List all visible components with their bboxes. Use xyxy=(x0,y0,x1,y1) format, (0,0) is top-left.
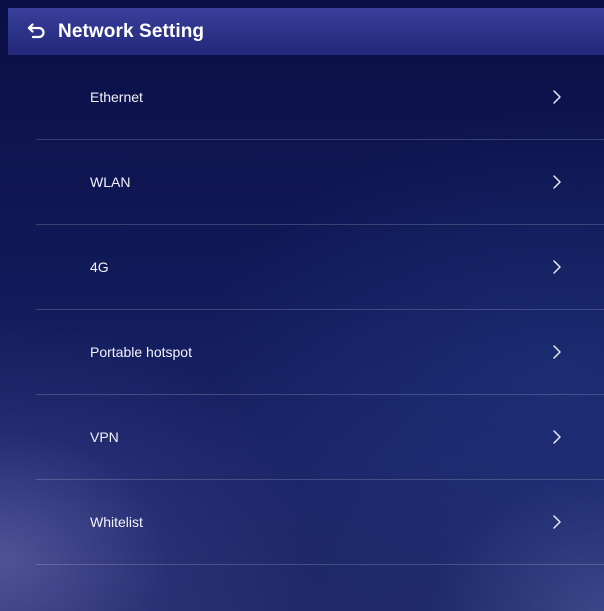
menu-item-portable-hotspot[interactable]: Portable hotspot xyxy=(36,310,604,395)
menu-item-label: Portable hotspot xyxy=(90,344,192,360)
menu-item-label: Whitelist xyxy=(90,514,143,530)
menu-item-label: VPN xyxy=(90,429,119,445)
menu-item-label: Ethernet xyxy=(90,89,143,105)
chevron-right-icon xyxy=(550,89,564,105)
network-menu-list: Ethernet WLAN 4G Portable hotspot VPN Wh… xyxy=(36,55,604,565)
menu-item-label: 4G xyxy=(90,259,109,275)
chevron-right-icon xyxy=(550,514,564,530)
chevron-right-icon xyxy=(550,429,564,445)
page-title: Network Setting xyxy=(58,20,205,42)
menu-item-label: WLAN xyxy=(90,174,131,190)
chevron-right-icon xyxy=(550,259,564,275)
menu-item-ethernet[interactable]: Ethernet xyxy=(36,55,604,140)
chevron-right-icon xyxy=(550,344,564,360)
menu-item-vpn[interactable]: VPN xyxy=(36,395,604,480)
header-bar: Network Setting xyxy=(8,8,604,55)
back-arrow-icon xyxy=(27,22,45,38)
chevron-right-icon xyxy=(550,174,564,190)
back-button[interactable] xyxy=(22,18,50,46)
menu-item-4g[interactable]: 4G xyxy=(36,225,604,310)
menu-item-wlan[interactable]: WLAN xyxy=(36,140,604,225)
menu-item-whitelist[interactable]: Whitelist xyxy=(36,480,604,565)
network-setting-screen: Network Setting Ethernet WLAN 4G Portabl… xyxy=(0,0,604,611)
